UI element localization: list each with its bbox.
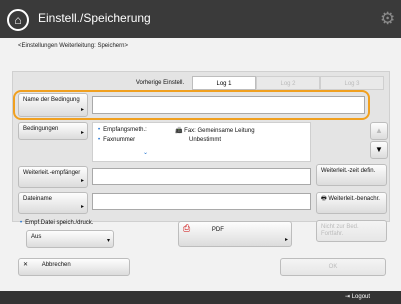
no-forward-button[interactable]: Nicht zur Bed. Fortfahr. xyxy=(316,220,387,242)
logout-label: Logout xyxy=(351,294,371,300)
filename-field[interactable] xyxy=(92,193,311,210)
forward-time-button[interactable]: Weiterleit.-zeit defin. xyxy=(316,164,387,186)
page-title: Einstell./Speicherung xyxy=(38,11,151,25)
pdf-icon: ⎙ xyxy=(183,223,191,233)
cancel-button[interactable]: ✕ Abbrechen xyxy=(18,258,130,276)
forward-time-label: Weiterleit.-zeit defin. xyxy=(321,168,376,174)
pdf-label: PDF xyxy=(211,227,224,233)
recipient-button[interactable]: Weiterleit.-empfänger ▸ xyxy=(18,166,88,188)
scroll-down-button[interactable]: ▼ xyxy=(370,141,388,159)
conditions-button[interactable]: Bedingungen ▸ xyxy=(18,122,88,140)
forward-notify-button[interactable]: 🖶 Weiterleit.-benachr. xyxy=(316,192,387,214)
tab-log-1[interactable]: Log 1 xyxy=(192,76,256,90)
ok-button[interactable]: OK xyxy=(280,258,386,276)
cancel-label: Abbrechen xyxy=(41,262,71,268)
footer-bar xyxy=(0,291,401,304)
file-print-value: Aus xyxy=(31,234,42,240)
condition-name-label: Name der Bedingung xyxy=(23,97,80,103)
logout-icon: ⇥ xyxy=(345,294,351,300)
tab-log-2[interactable]: Log 2 xyxy=(256,76,320,90)
logout-button[interactable]: ⇥ Logout xyxy=(345,293,370,300)
recipient-label: Weiterleit.-empfänger xyxy=(23,170,81,176)
conditions-summary: • Empfangsmeth.: • Faxnummer 📠 Fax: Gemein… xyxy=(92,122,311,162)
condition-value: Fax: Gemeinsame Leitung xyxy=(184,128,255,134)
pdf-button[interactable]: ⎙ PDF ▸ xyxy=(178,221,292,247)
condition-value: Unbestimmt xyxy=(189,137,222,143)
home-icon[interactable]: ⌂ xyxy=(7,9,29,31)
tab-log-3[interactable]: Log 3 xyxy=(320,76,384,90)
no-forward-label: Nicht zur Bed. Fortfahr. xyxy=(321,224,359,237)
condition-name-button[interactable]: Name der Bedingung ▸ xyxy=(18,93,88,117)
conditions-label: Bedingungen xyxy=(23,126,59,132)
chevron-down-icon: ▾ xyxy=(106,238,110,244)
gear-icon[interactable]: ⚙ xyxy=(380,9,395,29)
filename-button[interactable]: Dateiname ▸ xyxy=(18,192,88,214)
scroll-up-button[interactable]: ▲ xyxy=(370,122,388,140)
chevron-right-icon: ▸ xyxy=(80,204,84,210)
recipient-field[interactable] xyxy=(92,168,311,185)
chevron-right-icon: ▸ xyxy=(80,130,84,136)
fax-icon: 📠 xyxy=(175,128,183,134)
file-print-dropdown[interactable]: Aus ▾ xyxy=(26,230,114,248)
breadcrumb: <Einstellungen Weiterleitung: Speichern> xyxy=(18,43,128,49)
chevron-right-icon: ▸ xyxy=(80,107,84,113)
close-icon: ✕ xyxy=(23,262,29,268)
condition-name-field[interactable] xyxy=(92,96,365,114)
previous-settings-label: Vorherige Einstell. xyxy=(135,80,185,86)
chevron-right-icon: ▸ xyxy=(80,178,84,184)
chevron-right-icon: ▸ xyxy=(284,237,288,243)
more-indicator: ⌄ xyxy=(143,150,149,156)
notify-icon: 🖶 xyxy=(321,196,327,202)
filename-label: Dateiname xyxy=(23,196,53,202)
forward-notify-label: Weiterleit.-benachr. xyxy=(328,196,380,202)
file-print-label: • Empf.Datei speich./druck. xyxy=(20,220,94,226)
condition-key: Faxnummer xyxy=(103,137,136,143)
condition-key: Empfangsmeth.: xyxy=(103,127,147,133)
